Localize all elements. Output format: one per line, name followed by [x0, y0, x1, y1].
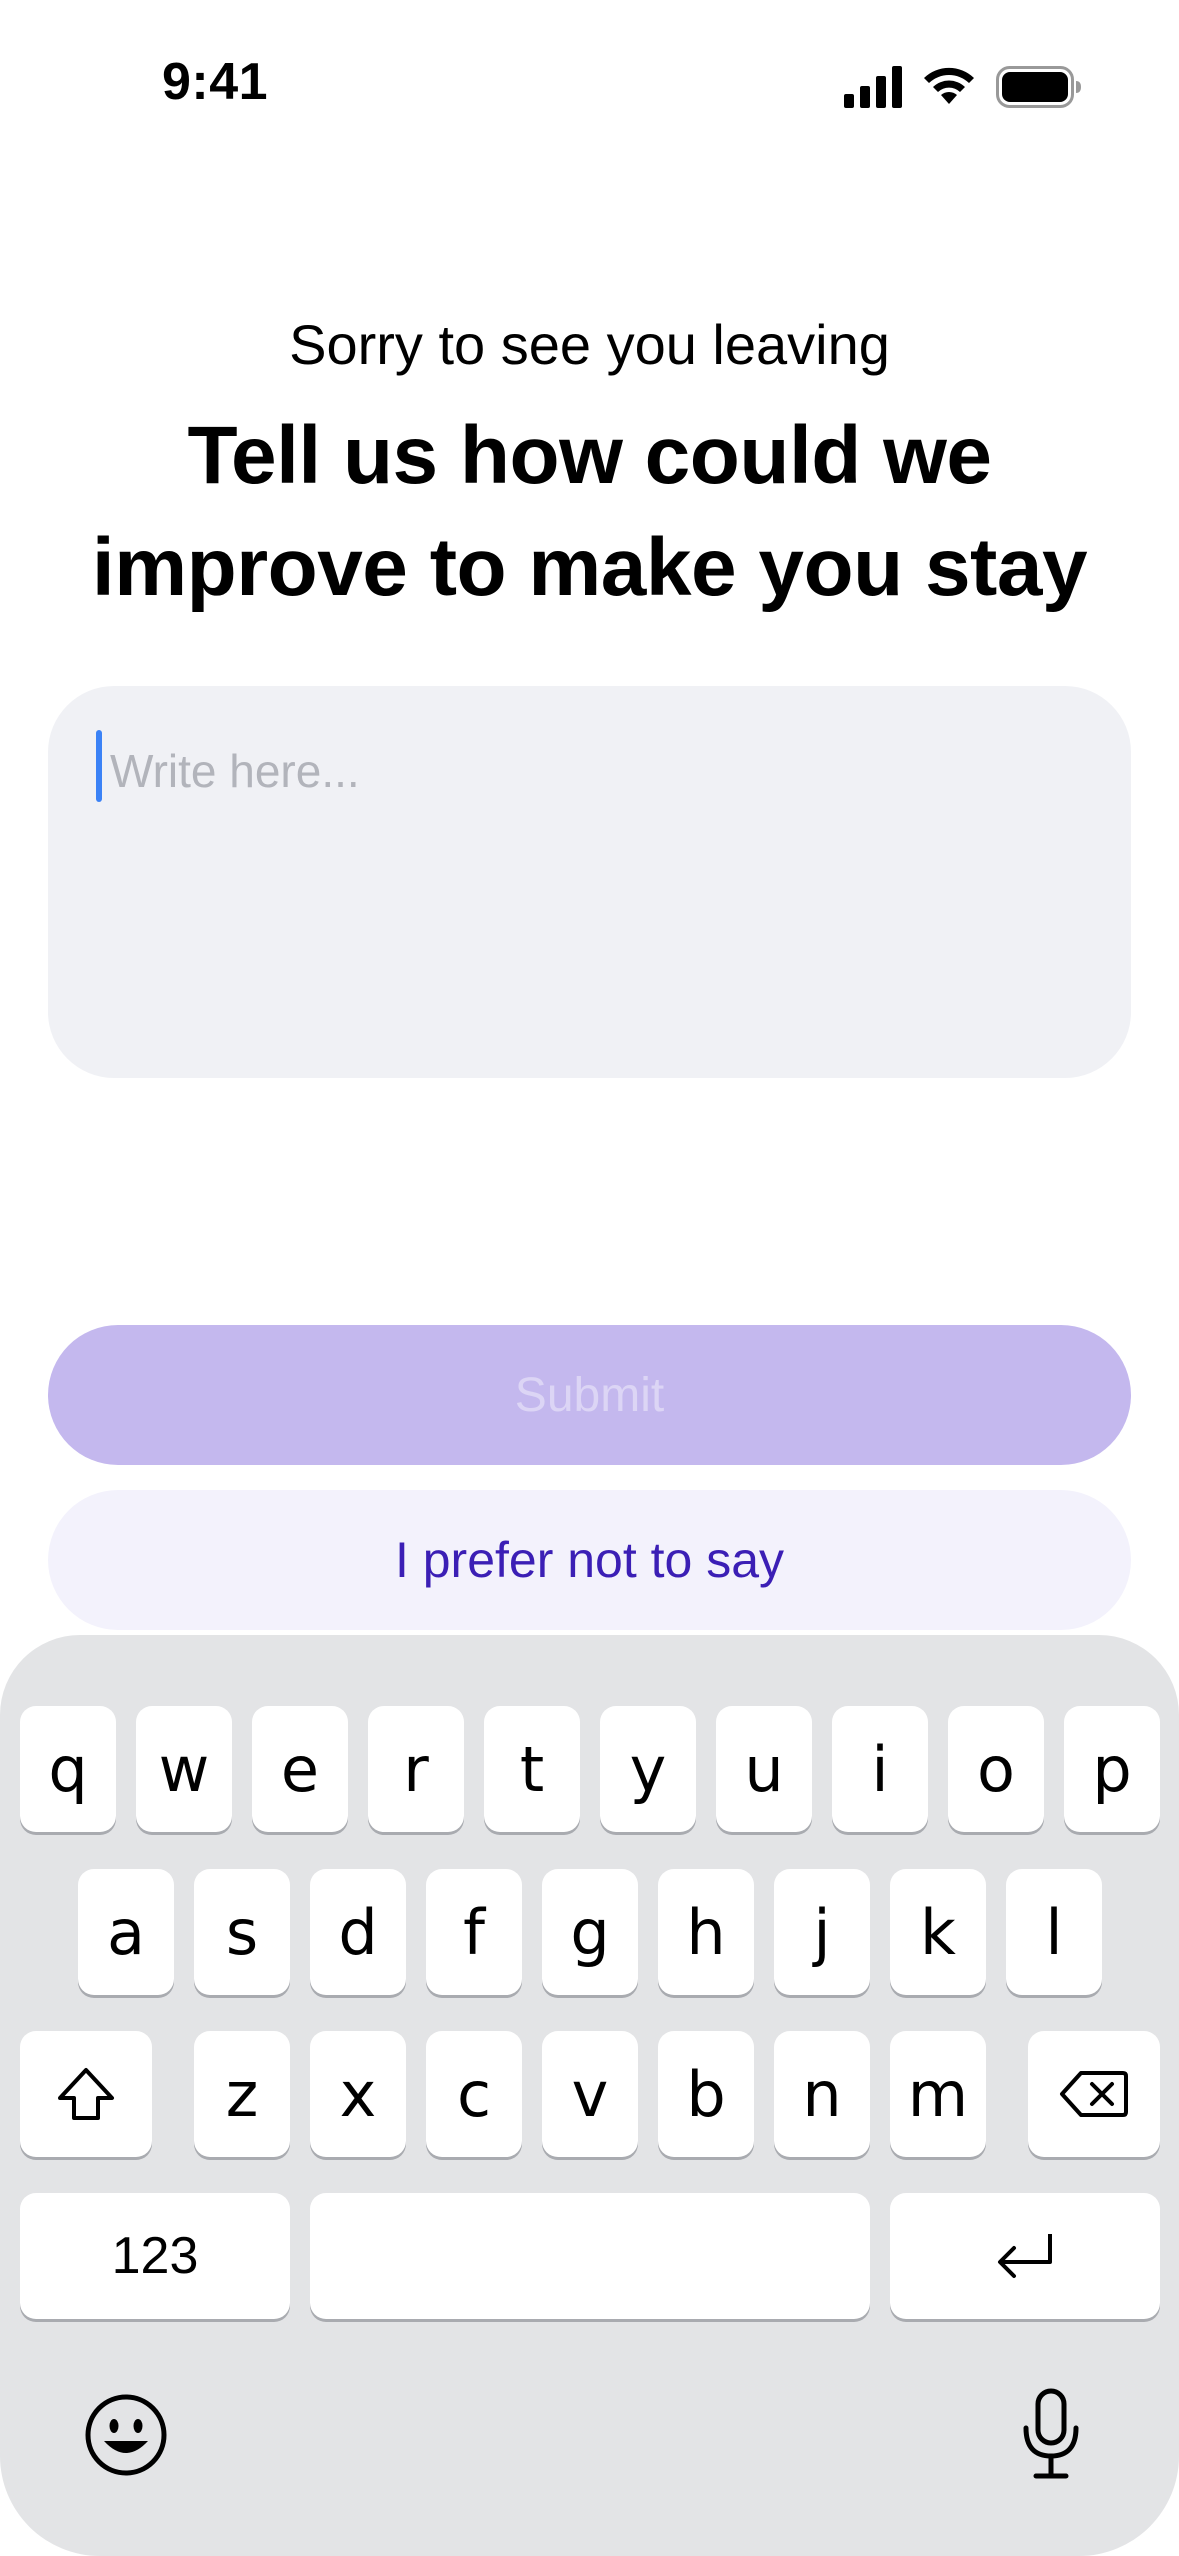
- key-n[interactable]: n: [774, 2031, 870, 2157]
- key-d[interactable]: d: [310, 1869, 406, 1995]
- prefer-not-to-say-button[interactable]: I prefer not to say: [48, 1490, 1131, 1630]
- signal-icon: [844, 66, 902, 108]
- key-s[interactable]: s: [194, 1869, 290, 1995]
- key-b[interactable]: b: [658, 2031, 754, 2157]
- title-line-2: improve to make you stay: [91, 522, 1088, 613]
- key-t[interactable]: t: [484, 1706, 580, 1832]
- wifi-icon: [924, 67, 974, 104]
- key-p[interactable]: p: [1064, 1706, 1160, 1832]
- feedback-placeholder: Write here...: [110, 745, 360, 797]
- key-e[interactable]: e: [252, 1706, 348, 1832]
- key-o[interactable]: o: [948, 1706, 1044, 1832]
- microphone-icon[interactable]: [1020, 2388, 1082, 2480]
- space-key[interactable]: [310, 2193, 870, 2319]
- key-x[interactable]: x: [310, 2031, 406, 2157]
- key-q[interactable]: q: [20, 1706, 116, 1832]
- key-g[interactable]: g: [542, 1869, 638, 1995]
- feedback-textarea[interactable]: Write here...: [48, 686, 1131, 1078]
- emoji-icon[interactable]: [84, 2393, 168, 2477]
- key-h[interactable]: h: [658, 1869, 754, 1995]
- battery-icon: [996, 66, 1081, 108]
- key-w[interactable]: w: [136, 1706, 232, 1832]
- page-subtitle: Sorry to see you leaving: [289, 313, 890, 376]
- numbers-key[interactable]: 123: [20, 2193, 290, 2319]
- key-l[interactable]: l: [1006, 1869, 1102, 1995]
- backspace-key[interactable]: [1028, 2031, 1160, 2157]
- status-bar: 9:41: [0, 0, 1179, 175]
- title-line-1: Tell us how could we: [187, 410, 993, 501]
- key-u[interactable]: u: [716, 1706, 812, 1832]
- return-icon: [998, 2234, 1052, 2278]
- key-m[interactable]: m: [890, 2031, 986, 2157]
- text-caret: [96, 730, 102, 802]
- shift-icon: [58, 2068, 114, 2120]
- key-a[interactable]: a: [78, 1869, 174, 1995]
- key-k[interactable]: k: [890, 1869, 986, 1995]
- key-r[interactable]: r: [368, 1706, 464, 1832]
- key-c[interactable]: c: [426, 2031, 522, 2157]
- key-z[interactable]: z: [194, 2031, 290, 2157]
- backspace-icon: [1060, 2071, 1128, 2117]
- key-i[interactable]: i: [832, 1706, 928, 1832]
- shift-key[interactable]: [20, 2031, 152, 2157]
- key-f[interactable]: f: [426, 1869, 522, 1995]
- key-v[interactable]: v: [542, 2031, 638, 2157]
- key-y[interactable]: y: [600, 1706, 696, 1832]
- return-key[interactable]: [890, 2193, 1160, 2319]
- key-j[interactable]: j: [774, 1869, 870, 1995]
- submit-button[interactable]: Submit: [48, 1325, 1131, 1465]
- page-title: Tell us how could we improve to make you…: [0, 400, 1179, 624]
- status-time: 9:41: [162, 53, 269, 111]
